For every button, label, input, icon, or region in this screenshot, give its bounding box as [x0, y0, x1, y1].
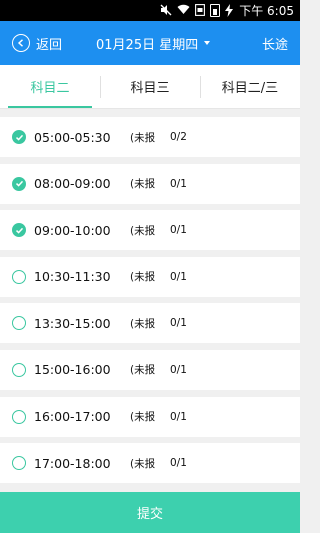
slot-time: 15:00-16:00 — [34, 362, 111, 378]
slot-status: (未报 — [130, 411, 156, 424]
unchecked-circle-icon[interactable] — [12, 316, 26, 331]
slot-count: 0/1 — [170, 410, 187, 423]
slot-count: 0/1 — [170, 317, 187, 330]
slot-count: 0/2 — [170, 131, 187, 143]
slot-time: 05:00-05:30 — [34, 129, 111, 145]
sim-icon — [195, 3, 206, 18]
time-slot-list: 05:00-05:30 (未报 0/2 08:00-09:00 (未报 0/1 09:00-… — [0, 117, 300, 490]
tab-subject-2-3[interactable]: 科目二/三 — [200, 65, 300, 108]
slot-time: 08:00-09:00 — [34, 176, 111, 192]
slot-status: (未报 — [130, 271, 156, 284]
date-label: 01月25日 星期四 — [96, 37, 199, 53]
battery-icon — [210, 4, 221, 17]
unchecked-circle-icon[interactable] — [12, 456, 26, 471]
back-label: 返回 — [36, 37, 63, 53]
chevron-down-icon — [204, 41, 211, 45]
slot-status: (未报 — [130, 364, 156, 377]
slot-status: (未报 — [130, 457, 156, 470]
slot-time: 10:30-11:30 — [34, 269, 111, 285]
tab-subject-2[interactable]: 科目二 — [0, 65, 100, 108]
charging-icon — [225, 4, 234, 17]
unchecked-circle-icon[interactable] — [12, 269, 26, 284]
slot-count: 0/1 — [170, 224, 187, 237]
status-bar: 下午 6:05 — [0, 0, 300, 21]
time-slot-row[interactable]: 13:30-15:00 (未报 0/1 — [0, 303, 300, 344]
time-slot-row[interactable]: 16:00-17:00 (未报 0/1 — [0, 396, 300, 437]
time-slot-row[interactable]: 09:00-10:00 (未报 0/1 — [0, 210, 300, 251]
status-time: 下午 6:05 — [239, 4, 294, 18]
back-button[interactable]: 返回 — [12, 21, 62, 65]
slot-count: 0/1 — [170, 363, 187, 376]
slot-time: 17:00-18:00 — [34, 455, 111, 471]
date-selector[interactable]: 01月25日 星期四 — [96, 21, 211, 65]
tab-subject-3[interactable]: 科目三 — [100, 65, 200, 108]
slot-count: 0/1 — [170, 270, 187, 283]
slot-status: (未报 — [130, 178, 156, 191]
slot-count: 0/1 — [170, 177, 187, 190]
mute-icon — [160, 4, 172, 18]
checked-circle-icon[interactable] — [12, 130, 26, 144]
checked-circle-icon[interactable] — [12, 176, 26, 191]
title-bar: 返回 01月25日 星期四 长途 — [0, 21, 300, 65]
subject-tabs: 科目二 科目三 科目二/三 — [0, 65, 300, 109]
time-slot-row[interactable]: 08:00-09:00 (未报 0/1 — [0, 163, 300, 204]
checked-circle-icon[interactable] — [12, 223, 26, 238]
slot-status: (未报 — [130, 131, 156, 144]
time-slot-row[interactable]: 10:30-11:30 (未报 0/1 — [0, 256, 300, 297]
wifi-icon — [177, 4, 190, 17]
slot-status: (未报 — [130, 224, 156, 237]
unchecked-circle-icon[interactable] — [12, 409, 26, 424]
slot-time: 13:30-15:00 — [34, 315, 111, 331]
slot-time: 09:00-10:00 — [34, 222, 111, 238]
time-slot-row[interactable]: 05:00-05:30 (未报 0/2 — [0, 117, 300, 157]
time-slot-row[interactable]: 15:00-16:00 (未报 0/1 — [0, 349, 300, 390]
slot-count: 0/1 — [170, 457, 187, 470]
slot-status: (未报 — [130, 317, 156, 330]
submit-button[interactable]: 提交 — [0, 492, 300, 533]
back-arrow-icon — [12, 34, 30, 52]
slot-time: 16:00-17:00 — [34, 409, 111, 425]
time-slot-row[interactable]: 17:00-18:00 (未报 0/1 — [0, 443, 300, 484]
unchecked-circle-icon[interactable] — [12, 362, 26, 377]
long-distance-button[interactable]: 长途 — [262, 21, 288, 65]
